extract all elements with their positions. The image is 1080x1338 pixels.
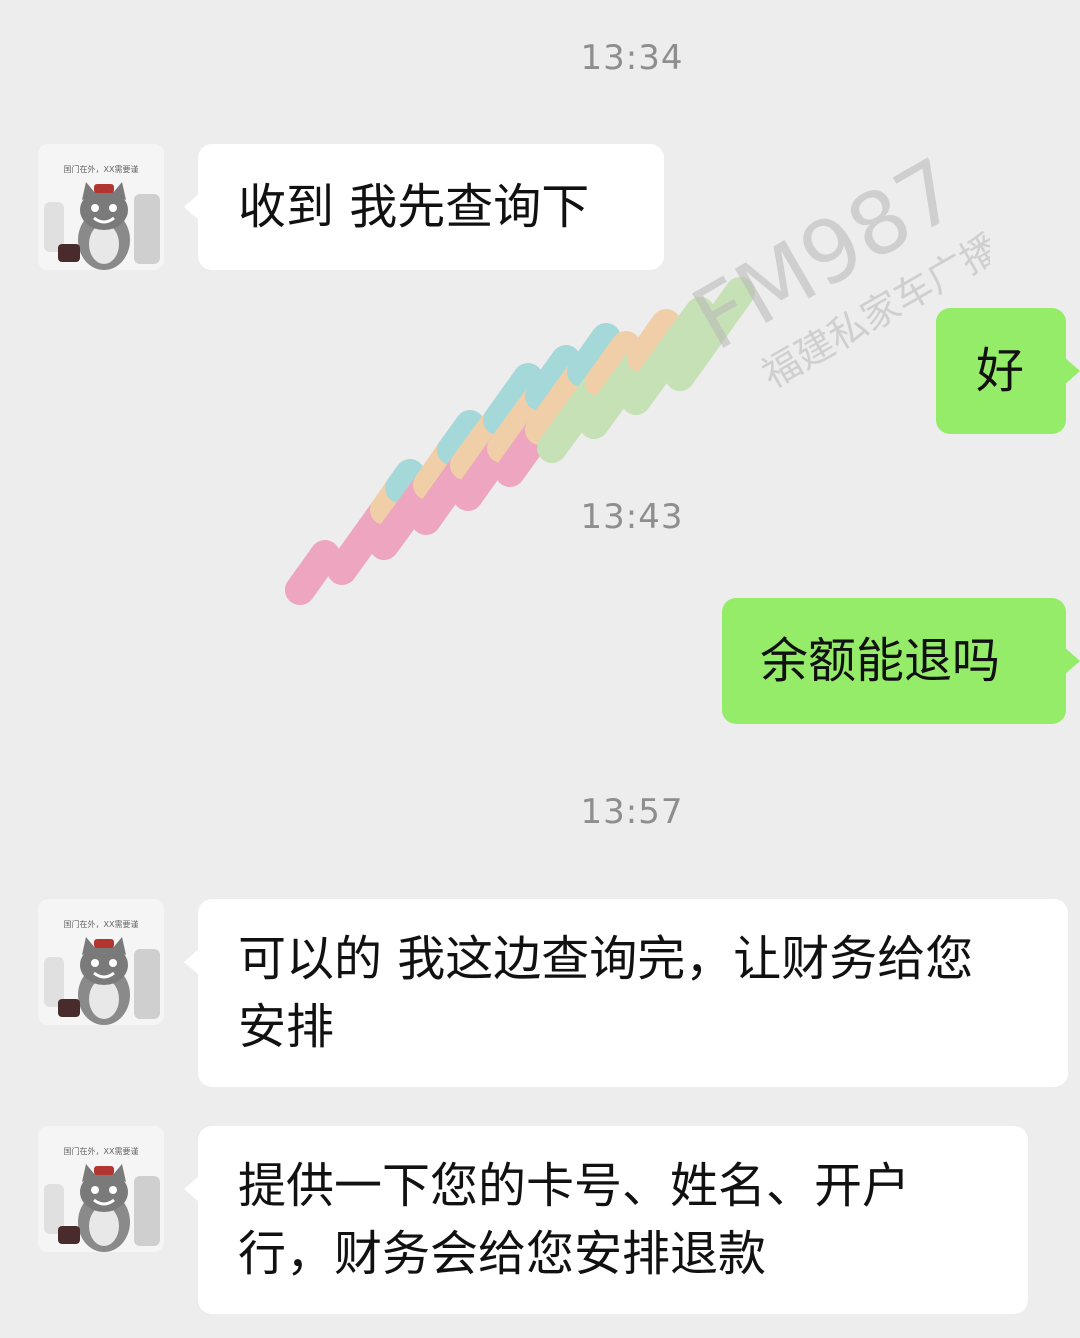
timestamp: 13:34 [580,38,684,78]
message-bubble[interactable]: 余额能退吗 [722,598,1080,724]
timestamp: 13:43 [580,497,684,537]
cat-avatar-icon: 国门在外，XX需要谨 [38,899,164,1025]
cat-avatar-icon: 国门在外，XX需要谨 [38,144,164,270]
message-text: 提供一下您的卡号、姓名、开户 [238,1158,911,1214]
avatar[interactable]: 国门在外，XX需要谨 [38,1126,164,1252]
cat-avatar-icon: 国门在外，XX需要谨 [38,1126,164,1252]
avatar[interactable]: 国门在外，XX需要谨 [38,144,164,270]
avatar[interactable]: 国门在外，XX需要谨 [38,899,164,1025]
message-text: 余额能退吗 [760,633,1001,689]
message-bubble[interactable]: 可以的 我这边查询完，让财务给您 安排 [184,899,1068,1087]
message-text: 收到 我先查询下 [238,179,590,235]
message-text: 行，财务会给您安排退款 [238,1226,767,1282]
watermark-stripes-icon [285,277,755,605]
watermark-brand: FM987 [677,140,976,371]
avatar-caption: 国门在外，XX需要谨 [64,919,139,929]
message-text: 可以的 我这边查询完，让财务给您 [238,931,974,987]
avatar-caption: 国门在外，XX需要谨 [64,1146,139,1156]
avatar-caption: 国门在外，XX需要谨 [64,164,139,174]
message-bubble[interactable]: 好 [936,308,1080,434]
timestamp: 13:57 [580,792,684,832]
message-bubble[interactable]: 提供一下您的卡号、姓名、开户 行，财务会给您安排退款 [184,1126,1028,1314]
message-bubble[interactable]: 收到 我先查询下 [184,144,664,270]
message-text: 安排 [238,999,335,1055]
message-text: 好 [976,343,1025,399]
